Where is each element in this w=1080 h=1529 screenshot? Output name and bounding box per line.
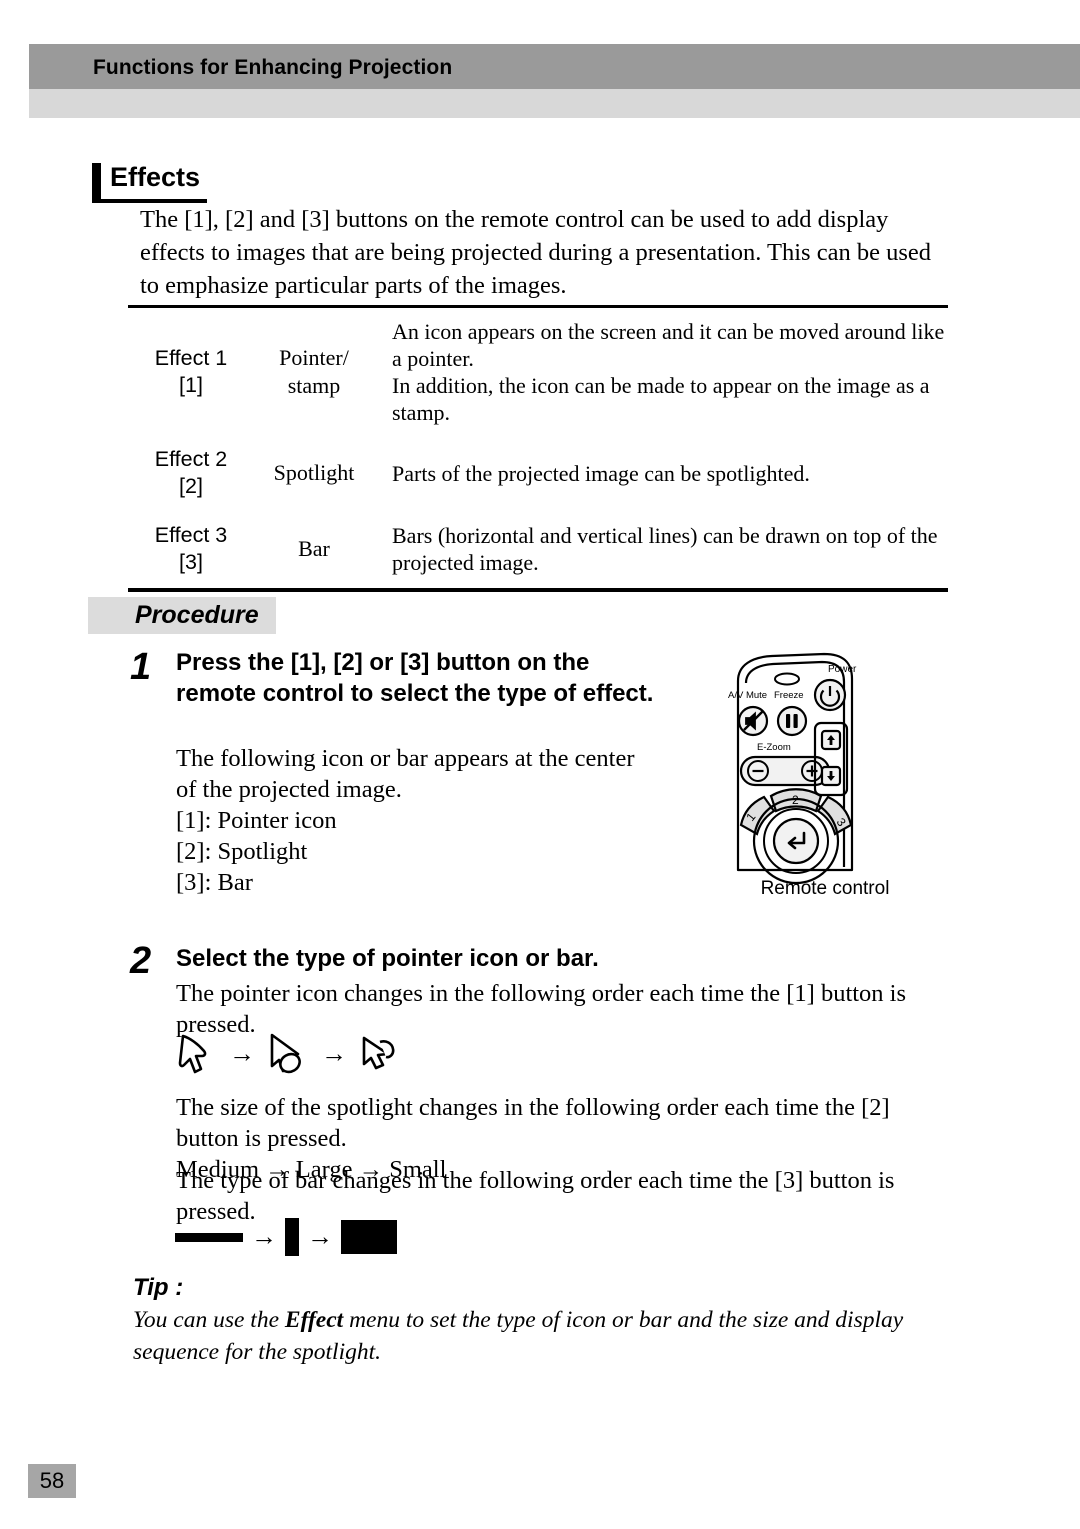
pointer-icon-1 bbox=[178, 1032, 216, 1076]
effect-name: Bar bbox=[298, 536, 330, 561]
step-2-title: Select the type of pointer icon or bar. bbox=[176, 945, 599, 972]
procedure-badge: Procedure bbox=[88, 597, 276, 634]
sequence-arrow-icon: → bbox=[307, 1222, 333, 1251]
av-mute-label: A/V Mute bbox=[728, 690, 767, 701]
remote-control-caption: Remote control bbox=[760, 878, 890, 899]
sequence-arrow-icon: → bbox=[229, 1039, 255, 1068]
remote-power-label: Power bbox=[828, 664, 857, 675]
tip-emphasis: Effect bbox=[284, 1307, 344, 1333]
step-2-body-pointer: The pointer icon changes in the followin… bbox=[176, 980, 907, 1038]
section-heading-label: Effects bbox=[110, 162, 201, 192]
intro-paragraph: The [1], [2] and [3] buttons on the remo… bbox=[140, 206, 931, 299]
bar-sequence: → → bbox=[175, 1218, 397, 1256]
pointer-icon-sequence: → → bbox=[178, 1032, 398, 1076]
effect-label: Effect 1 [1] bbox=[154, 346, 228, 397]
effect-button-3[interactable]: 3 bbox=[816, 795, 853, 836]
freeze-label: Freeze bbox=[774, 690, 804, 701]
page-title: Functions for Enhancing Projection bbox=[93, 56, 453, 79]
table-row: Effect 2 [2] Spotlight Parts of the proj… bbox=[128, 434, 948, 512]
tip-body: You can use the Effect menu to set the t… bbox=[133, 1304, 933, 1368]
effect-name: Spotlight bbox=[273, 460, 355, 485]
effect-description: An icon appears on the screen and it can… bbox=[392, 319, 945, 425]
effect-button-1[interactable]: 1 bbox=[739, 795, 776, 836]
tip-heading: Tip : bbox=[133, 1274, 184, 1301]
freeze-button[interactable] bbox=[776, 705, 808, 737]
effect-description: Parts of the projected image can be spot… bbox=[392, 460, 810, 486]
section-heading: Effects bbox=[92, 160, 352, 208]
enter-button[interactable] bbox=[772, 817, 820, 865]
pointer-icon-3 bbox=[360, 1034, 398, 1074]
step-1-body: The following icon or bar appears at the… bbox=[176, 745, 635, 896]
table-bottom-rule bbox=[128, 588, 948, 592]
header-band-light bbox=[29, 89, 1080, 118]
bar-filled-block-icon bbox=[341, 1220, 397, 1254]
pointer-icon-2 bbox=[268, 1032, 308, 1076]
tip-text-before: You can use the bbox=[133, 1307, 285, 1333]
sequence-arrow-icon: → bbox=[251, 1222, 277, 1251]
sequence-arrow-icon: → bbox=[321, 1039, 347, 1068]
bar-vertical-narrow-icon bbox=[285, 1218, 299, 1256]
remote-control-figure: Power A/V Mute Freeze E-Zoom 1 2 3 bbox=[700, 645, 950, 900]
bar-horizontal-thin-icon bbox=[175, 1232, 243, 1242]
heading-marker-icon bbox=[92, 163, 101, 199]
ezoom-label: E-Zoom bbox=[757, 742, 791, 753]
effect-button-2[interactable]: 2 bbox=[769, 788, 823, 813]
effect-label: Effect 2 [2] bbox=[154, 447, 228, 498]
effect-label: Effect 3 [3] bbox=[154, 523, 228, 574]
step-1-number: 1 bbox=[130, 646, 152, 688]
table-row: Effect 3 [3] Bar Bars (horizontal and ve… bbox=[128, 512, 948, 588]
effects-table: Effect 1 [1] Pointer/ stamp An icon appe… bbox=[128, 305, 948, 592]
effect-name: Pointer/ stamp bbox=[279, 345, 349, 398]
step-2-number: 2 bbox=[130, 940, 152, 982]
effect-description: Bars (horizontal and vertical lines) can… bbox=[392, 523, 938, 575]
procedure-badge-label: Procedure bbox=[135, 601, 259, 629]
table-row: Effect 1 [1] Pointer/ stamp An icon appe… bbox=[128, 308, 948, 434]
step-1-title: Press the [1], [2] or [3] button on the … bbox=[176, 649, 654, 707]
page-number: 58 bbox=[28, 1464, 76, 1498]
